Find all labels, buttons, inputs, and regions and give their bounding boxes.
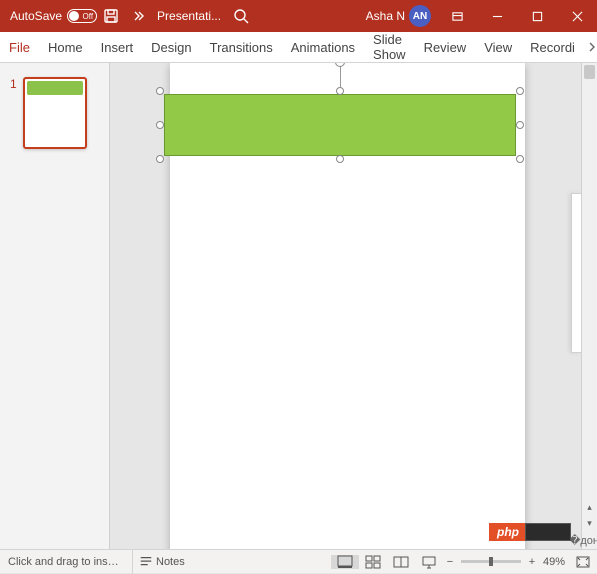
chevron-right-icon (588, 42, 596, 52)
scrollbar-thumb[interactable] (584, 65, 595, 79)
slide-sorter-view-button[interactable] (359, 555, 387, 569)
next-slide-button[interactable]: ▾ (582, 515, 597, 531)
work-area: 1 ▴ ▾ (0, 63, 597, 549)
close-icon (572, 11, 583, 22)
tab-transitions[interactable]: Transitions (201, 32, 282, 62)
chevron-right-double-icon (131, 8, 147, 24)
resize-handle-sw[interactable] (156, 155, 164, 163)
ribbon-display-options-button[interactable] (437, 0, 477, 32)
qat-overflow-button[interactable] (125, 0, 153, 32)
normal-view-icon (337, 555, 353, 569)
resize-handle-w[interactable] (156, 121, 164, 129)
ribbon-options-icon (452, 11, 463, 22)
slide-thumbnail-1[interactable] (23, 77, 87, 149)
search-icon (233, 8, 249, 24)
resize-handle-se[interactable] (516, 155, 524, 163)
status-bar: Click and drag to insert... Notes − + 49… (0, 549, 597, 573)
notes-label: Notes (156, 556, 185, 568)
thumbnail-shape-preview (27, 81, 83, 95)
tab-insert[interactable]: Insert (92, 32, 143, 62)
slide-sorter-icon (365, 555, 381, 569)
minimize-button[interactable] (477, 0, 517, 32)
watermark: php (489, 523, 571, 541)
rotation-stem (340, 65, 341, 87)
slide-number: 1 (10, 77, 17, 91)
watermark-text: php (489, 523, 525, 541)
minimize-icon (492, 11, 503, 22)
autosave-toggle[interactable]: Off (67, 9, 97, 23)
tab-home[interactable]: Home (39, 32, 92, 62)
shape-rectangle[interactable] (164, 94, 516, 156)
slide[interactable] (170, 63, 525, 549)
zoom-in-button[interactable]: + (525, 556, 539, 568)
tab-animations[interactable]: Animations (282, 32, 364, 62)
tab-file[interactable]: File (0, 32, 39, 62)
avatar: AN (409, 5, 431, 27)
fit-window-icon (575, 555, 591, 569)
user-name: Asha N (366, 9, 405, 23)
fit-to-window-button[interactable] (569, 555, 597, 569)
zoom-percent[interactable]: 49% (539, 556, 569, 568)
zoom-slider[interactable] (461, 560, 521, 563)
prev-slide-button[interactable]: ▴ (582, 499, 597, 515)
rotation-handle[interactable] (335, 63, 345, 67)
collapsed-side-panel[interactable] (571, 193, 581, 353)
notes-icon (139, 555, 153, 569)
slideshow-icon (421, 555, 437, 569)
ribbon-tabs: File Home Insert Design Transitions Anim… (0, 32, 597, 63)
watermark-box (525, 523, 571, 541)
slideshow-view-button[interactable] (415, 555, 443, 569)
slide-canvas[interactable]: ▴ ▾ �донат php (110, 63, 597, 549)
maximize-icon (532, 11, 543, 22)
ribbon-overflow-button[interactable] (584, 32, 597, 62)
maximize-button[interactable] (517, 0, 557, 32)
autosave-label: AutoSave (10, 9, 62, 23)
resize-handle-ne[interactable] (516, 87, 524, 95)
account-button[interactable]: Asha N AN (366, 5, 431, 27)
zoom-slider-thumb[interactable] (489, 557, 493, 566)
normal-view-button[interactable] (331, 555, 359, 569)
selected-shape[interactable] (160, 91, 520, 159)
fit-button[interactable]: �донат (582, 531, 597, 549)
autosave-group: AutoSave Off (0, 9, 97, 23)
tab-design[interactable]: Design (142, 32, 200, 62)
resize-handle-e[interactable] (516, 121, 524, 129)
resize-handle-n[interactable] (336, 87, 344, 95)
vertical-scrollbar[interactable]: ▴ ▾ �донат (581, 63, 597, 549)
resize-handle-s[interactable] (336, 155, 344, 163)
slide-thumbnail-pane[interactable]: 1 (0, 63, 110, 549)
status-message: Click and drag to insert... (0, 556, 132, 568)
reading-view-button[interactable] (387, 555, 415, 569)
thumbnail-row: 1 (0, 77, 109, 149)
save-button[interactable] (97, 0, 125, 32)
save-icon (103, 8, 119, 24)
tab-slideshow[interactable]: Slide Show (364, 32, 415, 62)
search-button[interactable] (227, 0, 255, 32)
reading-view-icon (393, 555, 409, 569)
close-button[interactable] (557, 0, 597, 32)
title-bar: AutoSave Off Presentati... Asha N AN (0, 0, 597, 32)
autosave-state: Off (83, 12, 94, 21)
notes-button[interactable]: Notes (132, 550, 191, 574)
tab-view[interactable]: View (475, 32, 521, 62)
zoom-out-button[interactable]: − (443, 556, 457, 568)
document-title: Presentati... (157, 9, 221, 23)
tab-recording[interactable]: Recordi (521, 32, 584, 62)
resize-handle-nw[interactable] (156, 87, 164, 95)
tab-review[interactable]: Review (415, 32, 476, 62)
